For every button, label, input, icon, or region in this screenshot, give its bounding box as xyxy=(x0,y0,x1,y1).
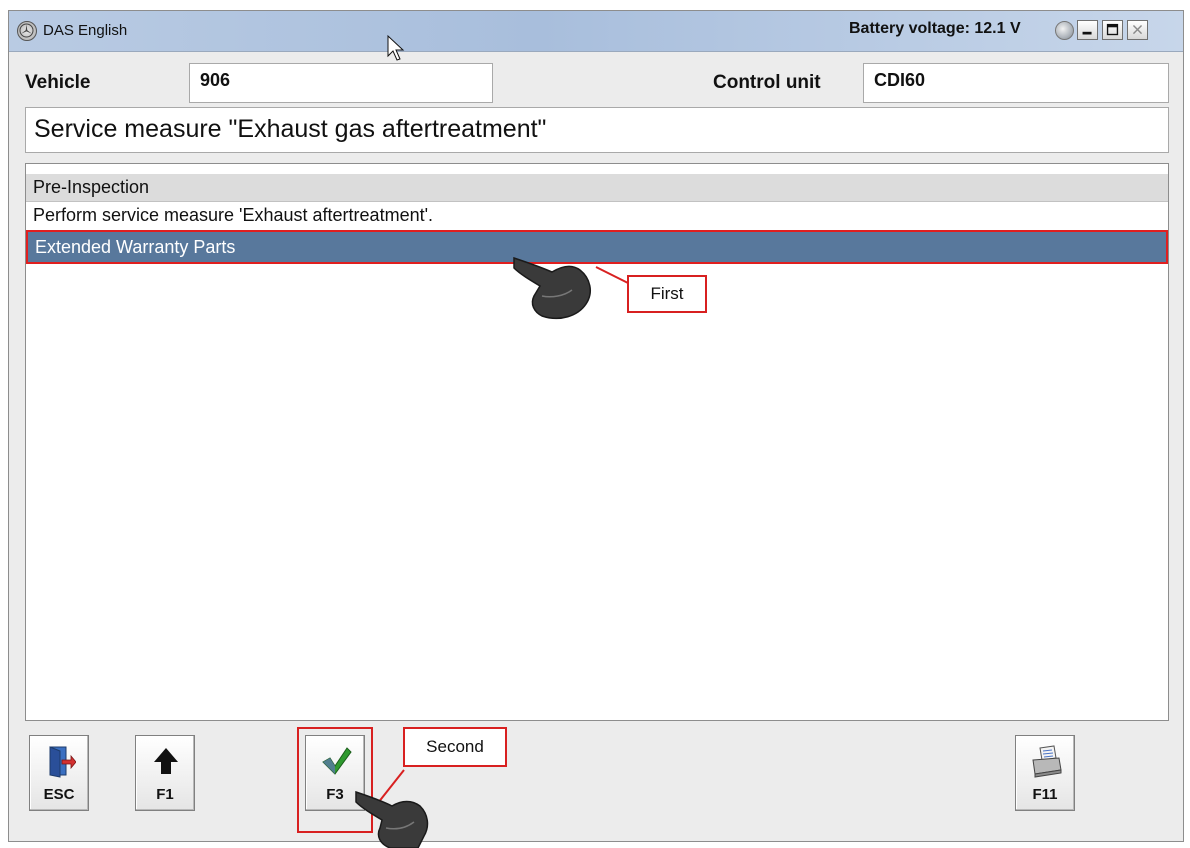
title-bar: DAS English Battery voltage: 12.1 V xyxy=(9,11,1183,52)
f11-button[interactable]: F11 xyxy=(1015,735,1075,811)
close-icon xyxy=(1132,24,1143,35)
list-item-selected[interactable]: Extended Warranty Parts xyxy=(26,230,1168,264)
list-header: Pre-Inspection xyxy=(26,174,1168,202)
mercedes-star-icon xyxy=(17,21,37,41)
minimize-button[interactable] xyxy=(1077,20,1098,40)
battery-voltage: Battery voltage: 12.1 V xyxy=(849,20,1021,37)
maximize-icon xyxy=(1106,23,1119,36)
exit-door-icon xyxy=(49,746,76,778)
vehicle-label: Vehicle xyxy=(25,72,91,93)
window-title: DAS English xyxy=(43,22,128,39)
printer-icon xyxy=(1032,745,1062,778)
page-title: Service measure "Exhaust gas aftertreatm… xyxy=(25,107,1169,153)
control-unit-field[interactable]: CDI60 xyxy=(863,63,1169,103)
up-arrow-icon xyxy=(154,748,178,774)
service-list: Pre-Inspection Perform service measure '… xyxy=(25,163,1169,721)
f1-label: F1 xyxy=(156,786,174,803)
minimize-icon xyxy=(1082,31,1092,35)
annotation-first: First xyxy=(627,275,707,313)
f1-button[interactable]: F1 xyxy=(135,735,195,811)
das-window: DAS English Battery voltage: 12.1 V Vehi… xyxy=(8,10,1184,842)
gear-icon xyxy=(1055,21,1074,40)
annotation-second: Second xyxy=(403,727,507,767)
control-unit-label: Control unit xyxy=(713,72,821,93)
f3-highlight xyxy=(297,727,373,833)
maximize-button[interactable] xyxy=(1102,20,1123,40)
close-button[interactable] xyxy=(1127,20,1148,40)
esc-button[interactable]: ESC xyxy=(29,735,89,811)
vehicle-field[interactable]: 906 xyxy=(189,63,493,103)
list-item[interactable]: Perform service measure 'Exhaust aftertr… xyxy=(26,202,1168,230)
f11-label: F11 xyxy=(1032,786,1058,803)
esc-label: ESC xyxy=(43,786,75,803)
